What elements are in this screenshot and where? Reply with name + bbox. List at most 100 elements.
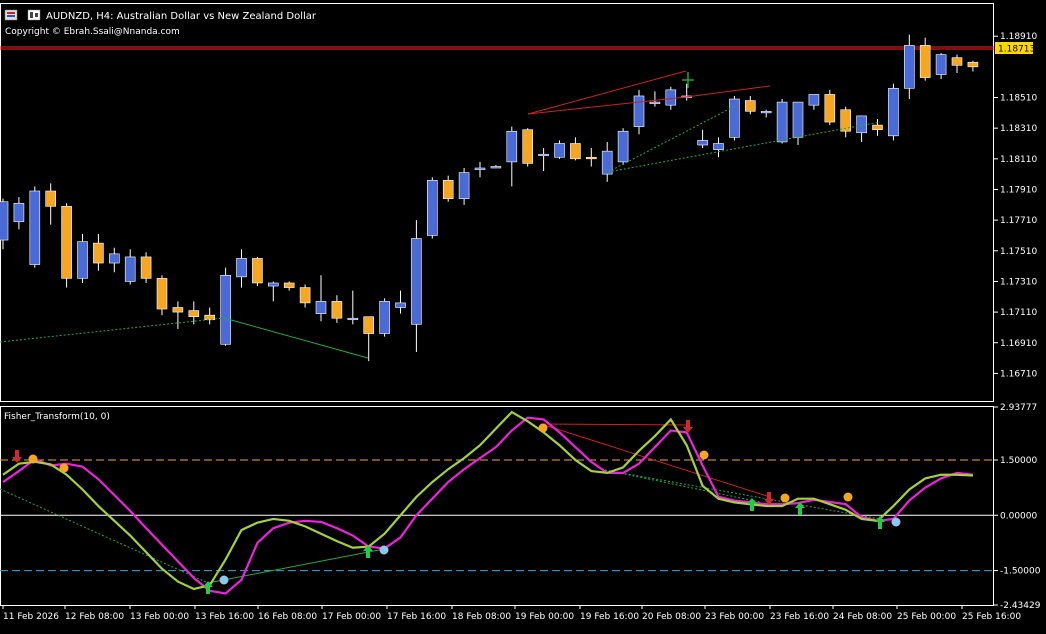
overbought-dot <box>59 463 69 473</box>
symbol-title: AUDNZD, H4: Australian Dollar vs New Zea… <box>46 11 317 22</box>
indicator-divergence-line <box>604 469 881 520</box>
divergence-line <box>223 317 369 359</box>
candle-body <box>156 278 168 310</box>
time-tick-label: 23 Feb 16:00 <box>770 612 829 622</box>
candle-body <box>220 275 231 345</box>
candle-body <box>649 101 661 104</box>
time-tick-label: 23 Feb 00:00 <box>705 612 764 622</box>
time-tick-label: 25 Feb 16:00 <box>962 612 1021 622</box>
chart-root: 1.18910 1.18510 1.18310 1.18110 1.17910 1.177… <box>0 0 1046 630</box>
candle-body <box>744 100 756 112</box>
time-tick-label: 17 Feb 16:00 <box>387 612 446 622</box>
time-tick-label: 20 Feb 08:00 <box>642 612 701 622</box>
symbol-icon <box>4 9 18 21</box>
time-tick-label: 12 Feb 08:00 <box>65 612 124 622</box>
candle-body <box>172 307 184 313</box>
candle-body <box>442 179 454 199</box>
candle-body <box>490 166 502 169</box>
axes: 1.18910 1.18510 1.18310 1.18110 1.17910 1.177… <box>2 32 1041 622</box>
copyright-text: Copyright © Ebrah.Ssali@Nnanda.com <box>5 27 180 37</box>
candle-body <box>45 190 57 207</box>
candle-body <box>61 206 72 279</box>
candle-body <box>77 241 88 279</box>
indicator-plot <box>0 410 994 595</box>
sell-arrow <box>12 450 22 463</box>
candle-body <box>935 54 947 75</box>
candle-body <box>760 110 772 114</box>
candle-body <box>140 256 152 279</box>
overbought-dot <box>843 492 853 502</box>
indicator-tick-label: 2.93777 <box>1000 403 1037 413</box>
candle-body <box>665 89 677 106</box>
candle-body <box>379 301 390 334</box>
indicator-tick-label: -2.43429 <box>1000 601 1041 611</box>
buy-arrow <box>875 516 885 529</box>
timeframe-icon <box>27 9 41 21</box>
candle-body <box>538 153 549 157</box>
indicator-divergence-line <box>207 548 385 584</box>
candle-body <box>633 95 645 127</box>
candle-body <box>188 310 200 317</box>
candle-body <box>0 201 9 241</box>
candle-body <box>267 282 279 287</box>
divergence-line <box>527 70 687 115</box>
candle-body <box>872 124 883 130</box>
candle-body <box>776 101 788 143</box>
candle-body <box>93 242 104 264</box>
oversold-dot <box>219 575 229 585</box>
candle-body <box>570 143 581 160</box>
candle-body <box>808 94 820 106</box>
price-tick-label: 1.17910 <box>1000 185 1037 195</box>
candle-body <box>395 302 406 308</box>
time-tick-label: 17 Feb 00:00 <box>322 612 381 622</box>
fisher-signal-line <box>2 410 973 591</box>
candle-body <box>411 238 422 325</box>
divergence-line <box>607 121 881 173</box>
price-tick-label: 1.18510 <box>1000 94 1037 104</box>
time-tick-label: 13 Feb 00:00 <box>130 612 189 622</box>
price-tick-label: 1.17510 <box>1000 247 1037 257</box>
time-tick-label: 11 Feb 2026 <box>3 612 59 622</box>
time-tick-label: 25 Feb 00:00 <box>897 612 956 622</box>
price-plot <box>0 34 994 362</box>
oversold-dot <box>891 517 901 527</box>
overbought-dot <box>28 454 38 464</box>
candle-body <box>792 101 804 138</box>
candle-body <box>967 61 979 68</box>
candle-body <box>458 172 470 199</box>
candle-body <box>951 57 963 66</box>
candle-body <box>109 253 120 264</box>
candle-body <box>729 98 740 138</box>
time-tick-label: 16 Feb 08:00 <box>258 612 317 622</box>
candle-body <box>347 317 359 321</box>
overbought-dot <box>780 493 790 503</box>
price-tick-label: 1.17710 <box>1000 216 1037 226</box>
candle-body <box>554 143 565 158</box>
price-tick-label: 1.18110 <box>1000 155 1037 165</box>
candle-body <box>204 314 215 321</box>
indicator-divergence-line <box>0 488 209 584</box>
candle-body <box>363 316 375 334</box>
divergence-line <box>527 96 687 115</box>
chart-svg: 1.18910 1.18510 1.18310 1.18110 1.17910 1.177… <box>0 3 1041 622</box>
overbought-dot <box>699 450 709 460</box>
price-tick-label: 1.18910 <box>1000 32 1037 42</box>
indicator-tick-label: 0.00000 <box>1000 511 1037 521</box>
current-price-value: 1.18713 <box>998 45 1035 55</box>
candle-body <box>331 301 343 319</box>
candle-body <box>601 150 613 175</box>
indicator-title: Fisher_Transform(10, 0) <box>4 412 110 422</box>
candle-body <box>506 130 518 163</box>
candle-body <box>236 258 247 278</box>
candle-body <box>13 202 25 222</box>
candle-body <box>299 287 311 304</box>
overbought-dot <box>538 423 548 433</box>
fisher-main-line <box>2 416 974 595</box>
divergence-line <box>0 317 225 343</box>
candle-body <box>474 167 486 170</box>
current-price-badge: 1.18713 <box>995 42 1035 55</box>
time-tick-label: 19 Feb 00:00 <box>515 612 574 622</box>
candle-body <box>617 130 629 163</box>
divergence-line <box>685 85 771 98</box>
candle-body <box>824 94 836 123</box>
